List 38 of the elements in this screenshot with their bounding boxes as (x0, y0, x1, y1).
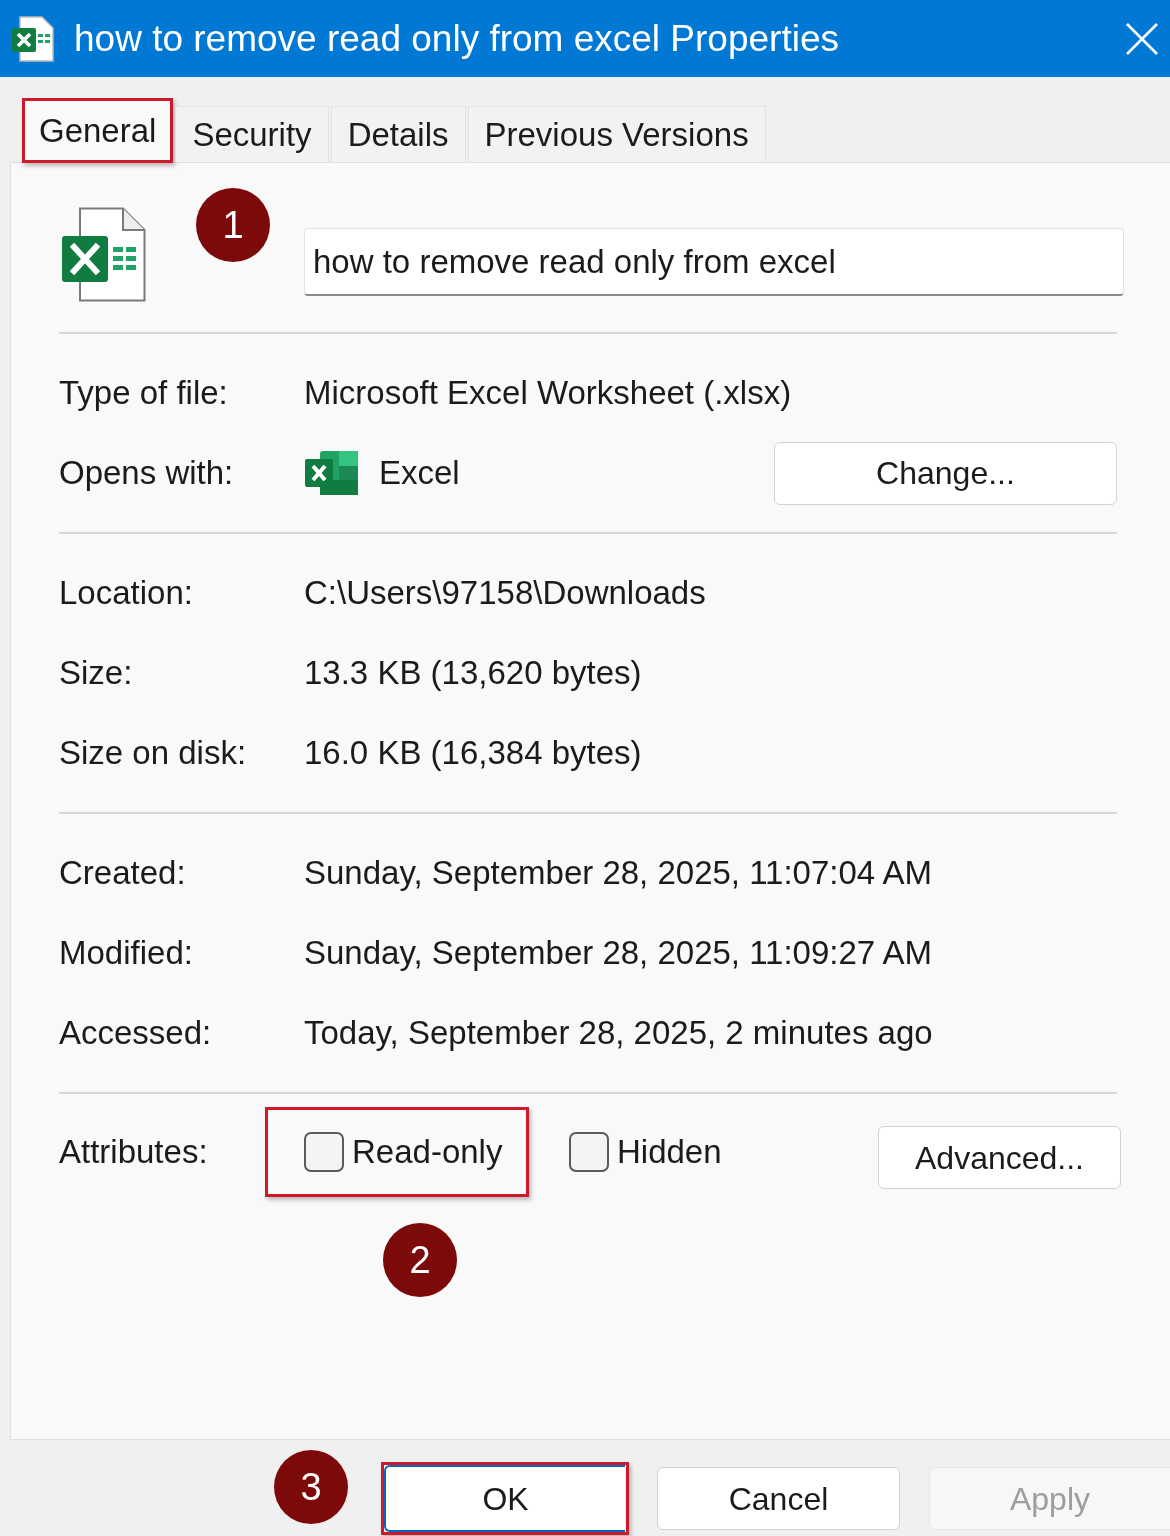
tab[interactable]: General (22, 98, 174, 163)
tab[interactable]: Previous Versions (467, 106, 766, 162)
property-value: 13.3 KB (13,620 bytes) (304, 653, 642, 694)
advanced-button[interactable]: Advanced... (878, 1126, 1121, 1189)
property-value: Sunday, September 28, 2025, 11:07:04 AM (304, 853, 933, 894)
property-label: Attributes: (59, 1132, 209, 1173)
property-label: Type of file: (59, 373, 229, 414)
step-marker: 2 (383, 1223, 457, 1297)
property-label: Created: (59, 853, 187, 894)
property-label: Modified: (59, 933, 194, 974)
change-button[interactable]: Change... (774, 441, 1117, 505)
spreadsheet-file-icon (61, 207, 146, 302)
spreadsheet-app-icon (304, 450, 359, 496)
property-label: Opens with: (59, 453, 235, 494)
step-marker: 1 (196, 188, 270, 262)
property-value: 16.0 KB (16,384 bytes) (304, 733, 642, 774)
close-icon (1125, 21, 1159, 56)
property-label: Accessed: (59, 1013, 213, 1054)
dialog-button[interactable]: Cancel (657, 1467, 900, 1530)
tab[interactable]: Security (175, 106, 329, 162)
property-label: Size on disk: (59, 733, 248, 774)
app-name: Excel (379, 453, 460, 494)
spreadsheet-file-icon (12, 15, 54, 62)
property-value: C:\Users\97158\Downloads (304, 573, 706, 614)
dialog-button[interactable]: OK (384, 1465, 625, 1532)
checkbox[interactable] (569, 1132, 609, 1172)
checkbox[interactable] (304, 1132, 344, 1172)
property-value: Microsoft Excel Worksheet (.xlsx) (304, 373, 792, 414)
checkbox-label[interactable]: Hidden (617, 1127, 722, 1177)
checkbox-label[interactable]: Read-only (352, 1127, 503, 1177)
property-value: Today, September 28, 2025, 2 minutes ago (304, 1013, 933, 1054)
property-value: Sunday, September 28, 2025, 11:09:27 AM (304, 933, 933, 974)
step-marker: 3 (274, 1450, 348, 1524)
tab[interactable]: Details (330, 106, 466, 162)
property-label: Location: (59, 573, 194, 614)
window-title: how to remove read only from excel Properties (74, 16, 839, 61)
property-label: Size: (59, 653, 134, 694)
file-name-field[interactable]: how to remove read only from excel (304, 228, 1124, 296)
